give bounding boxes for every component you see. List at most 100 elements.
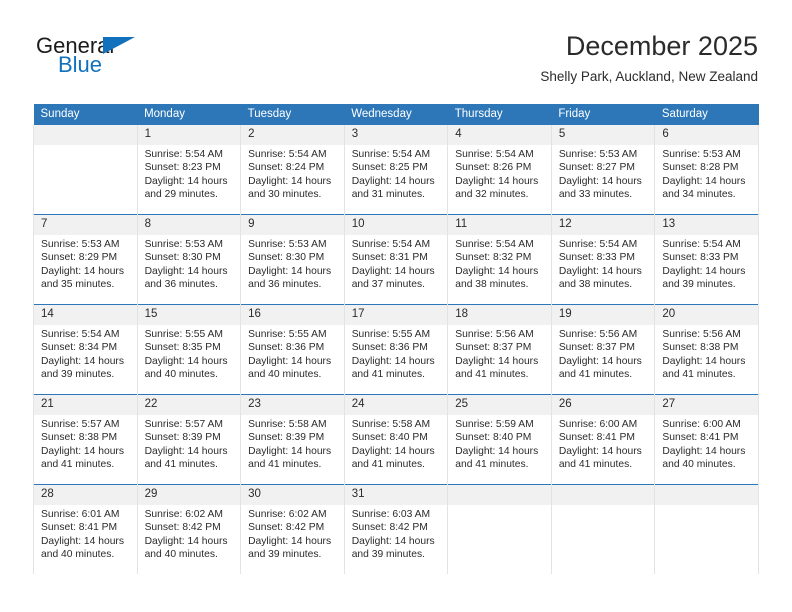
daylight-duration-line1: Daylight: 14 hours — [144, 535, 228, 547]
calendar-day-cell[interactable]: 23 Sunrise: 5:58 AM Sunset: 8:39 PM Dayligh… — [240, 394, 345, 485]
calendar-day-cell[interactable]: 12 Sunrise: 5:54 AM Sunset: 8:33 PM Dayligh… — [550, 214, 656, 305]
sunset-time: Sunset: 8:38 PM — [662, 342, 739, 354]
daylight-duration-line2: and 32 minutes. — [455, 189, 529, 201]
day-number: 11 — [448, 215, 551, 235]
day-sun-info: Sunrise: 6:00 AM Sunset: 8:41 PM Daylight:… — [552, 415, 655, 472]
daylight-duration-line1: Daylight: 14 hours — [248, 265, 332, 277]
calendar-day-cell[interactable]: 31 Sunrise: 6:03 AM Sunset: 8:42 PM Dayligh… — [343, 484, 449, 574]
calendar-day-cell[interactable]: 25 Sunrise: 5:59 AM Sunset: 8:40 PM Dayligh… — [447, 394, 552, 485]
calendar-day-cell[interactable]: 22 Sunrise: 5:57 AM Sunset: 8:39 PM Dayligh… — [136, 394, 242, 485]
daylight-duration-line2: and 41 minutes. — [351, 459, 425, 471]
calendar-day-cell[interactable]: 1 Sunrise: 5:54 AM Sunset: 8:23 PM Daylight… — [136, 125, 242, 215]
daylight-duration-line2: and 31 minutes. — [351, 189, 425, 201]
daylight-duration-line2: and 41 minutes. — [144, 459, 218, 471]
calendar-day-cell[interactable]: 6 Sunrise: 5:53 AM Sunset: 8:28 PM Daylight… — [654, 125, 759, 215]
day-number: 25 — [448, 395, 551, 415]
sunset-time: Sunset: 8:38 PM — [41, 432, 118, 444]
sunset-time: Sunset: 8:40 PM — [351, 432, 428, 444]
weekday-header-sunday: Sunday — [33, 104, 138, 125]
daylight-duration-line2: and 41 minutes. — [558, 459, 633, 471]
brand-logo[interactable]: General Blue — [36, 34, 216, 82]
daylight-duration-line1: Daylight: 14 hours — [41, 355, 124, 367]
weekday-header-wednesday: Wednesday — [344, 104, 448, 125]
day-sun-info: Sunrise: 5:54 AM Sunset: 8:26 PM Daylight:… — [448, 145, 551, 202]
calendar-day-cell[interactable]: 27 Sunrise: 6:00 AM Sunset: 8:41 PM Dayligh… — [654, 394, 759, 485]
daylight-duration-line1: Daylight: 14 hours — [662, 355, 746, 367]
sunrise-time: Sunrise: 5:54 AM — [351, 239, 431, 250]
calendar-day-cell[interactable]: 5 Sunrise: 5:53 AM Sunset: 8:27 PM Daylight… — [550, 125, 656, 215]
calendar-day-cell[interactable]: 10 Sunrise: 5:54 AM Sunset: 8:31 PM Dayligh… — [343, 214, 449, 305]
day-number: 7 — [34, 215, 137, 235]
sunrise-time: Sunrise: 6:02 AM — [144, 509, 223, 520]
daylight-duration-line1: Daylight: 14 hours — [455, 355, 539, 367]
sunrise-time: Sunrise: 5:53 AM — [558, 149, 638, 160]
day-sun-info: Sunrise: 6:01 AM Sunset: 8:41 PM Daylight:… — [34, 505, 137, 562]
day-number: 13 — [655, 215, 758, 235]
calendar-day-cell[interactable]: 30 Sunrise: 6:02 AM Sunset: 8:42 PM Dayligh… — [240, 484, 345, 574]
calendar-day-cell[interactable]: 3 Sunrise: 5:54 AM Sunset: 8:25 PM Daylight… — [343, 125, 449, 215]
day-number: 24 — [344, 395, 448, 415]
calendar-day-cell[interactable]: 8 Sunrise: 5:53 AM Sunset: 8:30 PM Daylight… — [136, 214, 242, 305]
calendar-day-cell[interactable]: 15 Sunrise: 5:55 AM Sunset: 8:35 PM Dayligh… — [136, 304, 242, 395]
calendar-day-cell[interactable]: 28 Sunrise: 6:01 AM Sunset: 8:41 PM Dayligh… — [33, 484, 138, 574]
calendar-day-cell[interactable]: 13 Sunrise: 5:54 AM Sunset: 8:33 PM Dayligh… — [654, 214, 759, 305]
daylight-duration-line1: Daylight: 14 hours — [144, 175, 228, 187]
sunset-time: Sunset: 8:25 PM — [351, 162, 428, 174]
calendar-header-row: Sunday Monday Tuesday Wednesday Thursday… — [33, 104, 759, 125]
page-title: December 2025 — [565, 31, 758, 61]
sunrise-time: Sunrise: 5:56 AM — [558, 329, 638, 340]
day-number: 15 — [137, 305, 241, 325]
sunrise-time: Sunrise: 5:54 AM — [455, 239, 534, 250]
day-sun-info: Sunrise: 5:53 AM Sunset: 8:30 PM Daylight:… — [241, 235, 344, 292]
daylight-duration-line2: and 41 minutes. — [455, 459, 529, 471]
sunrise-time: Sunrise: 6:01 AM — [41, 509, 120, 520]
daylight-duration-line2: and 40 minutes. — [41, 549, 115, 561]
sunrise-time: Sunrise: 5:53 AM — [144, 239, 223, 250]
calendar-day-cell[interactable]: 17 Sunrise: 5:55 AM Sunset: 8:36 PM Dayligh… — [343, 304, 449, 395]
calendar-day-cell[interactable]: 2 Sunrise: 5:54 AM Sunset: 8:24 PM Daylight… — [240, 125, 345, 215]
sunset-time: Sunset: 8:32 PM — [455, 252, 532, 264]
day-sun-info: Sunrise: 5:58 AM Sunset: 8:40 PM Daylight:… — [345, 415, 448, 472]
calendar-day-cell[interactable]: 18 Sunrise: 5:56 AM Sunset: 8:37 PM Dayligh… — [447, 304, 552, 395]
sunset-time: Sunset: 8:36 PM — [351, 342, 428, 354]
daylight-duration-line2: and 39 minutes. — [248, 549, 322, 561]
daylight-duration-line2: and 29 minutes. — [144, 189, 218, 201]
calendar-day-cell[interactable]: 19 Sunrise: 5:56 AM Sunset: 8:37 PM Dayligh… — [550, 304, 656, 395]
calendar-day-cell[interactable]: 29 Sunrise: 6:02 AM Sunset: 8:42 PM Dayligh… — [136, 484, 242, 574]
calendar-day-cell[interactable]: 21 Sunrise: 5:57 AM Sunset: 8:38 PM Dayligh… — [33, 394, 138, 485]
day-sun-info: Sunrise: 5:54 AM Sunset: 8:23 PM Daylight:… — [138, 145, 241, 202]
daylight-duration-line2: and 30 minutes. — [248, 189, 322, 201]
calendar-day-cell — [33, 125, 138, 215]
daylight-duration-line2: and 39 minutes. — [662, 279, 736, 291]
daylight-duration-line1: Daylight: 14 hours — [248, 445, 332, 457]
day-sun-info: Sunrise: 5:56 AM Sunset: 8:37 PM Daylight:… — [448, 325, 551, 382]
calendar-day-cell[interactable]: 9 Sunrise: 5:53 AM Sunset: 8:30 PM Daylight… — [240, 214, 345, 305]
calendar-day-cell[interactable]: 4 Sunrise: 5:54 AM Sunset: 8:26 PM Daylight… — [447, 125, 552, 215]
sunrise-time: Sunrise: 5:55 AM — [248, 329, 327, 340]
calendar-day-cell[interactable]: 16 Sunrise: 5:55 AM Sunset: 8:36 PM Dayligh… — [240, 304, 345, 395]
calendar-day-cell[interactable]: 7 Sunrise: 5:53 AM Sunset: 8:29 PM Daylight… — [33, 214, 138, 305]
sunrise-time: Sunrise: 6:00 AM — [558, 419, 638, 430]
calendar-day-cell[interactable]: 20 Sunrise: 5:56 AM Sunset: 8:38 PM Dayligh… — [654, 304, 759, 395]
calendar-day-cell[interactable]: 26 Sunrise: 6:00 AM Sunset: 8:41 PM Dayligh… — [550, 394, 656, 485]
calendar-day-cell[interactable]: 24 Sunrise: 5:58 AM Sunset: 8:40 PM Dayligh… — [343, 394, 449, 485]
calendar-week-row: 7 Sunrise: 5:53 AM Sunset: 8:29 PM Daylight… — [33, 214, 759, 305]
sunset-time: Sunset: 8:34 PM — [41, 342, 118, 354]
calendar-day-cell[interactable]: 14 Sunrise: 5:54 AM Sunset: 8:34 PM Dayligh… — [33, 304, 138, 395]
daylight-duration-line2: and 39 minutes. — [41, 369, 115, 381]
day-number: 4 — [448, 125, 551, 145]
day-number: 17 — [344, 305, 448, 325]
daylight-duration-line1: Daylight: 14 hours — [662, 175, 746, 187]
daylight-duration-line2: and 36 minutes. — [248, 279, 322, 291]
calendar-day-cell[interactable]: 11 Sunrise: 5:54 AM Sunset: 8:32 PM Dayligh… — [447, 214, 552, 305]
daylight-duration-line1: Daylight: 14 hours — [41, 535, 124, 547]
day-number: 26 — [551, 395, 655, 415]
day-number: 1 — [137, 125, 241, 145]
calendar-day-cell — [447, 484, 552, 574]
day-number: 5 — [551, 125, 655, 145]
day-number: 16 — [241, 305, 344, 325]
calendar-body: 1 Sunrise: 5:54 AM Sunset: 8:23 PM Daylight… — [33, 125, 759, 574]
sunrise-time: Sunrise: 5:55 AM — [144, 329, 223, 340]
day-number — [655, 485, 758, 505]
sunset-time: Sunset: 8:26 PM — [455, 162, 532, 174]
